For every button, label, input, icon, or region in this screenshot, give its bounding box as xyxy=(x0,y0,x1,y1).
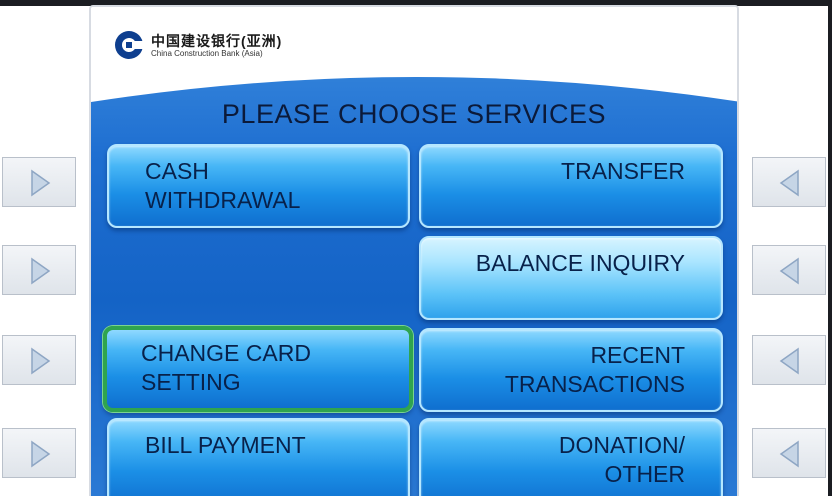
right-function-key-4[interactable] xyxy=(752,428,826,478)
change-card-setting-button[interactable]: CHANGE CARD SETTING xyxy=(103,326,413,412)
triangle-left-icon xyxy=(779,169,799,197)
bank-name-english: China Construction Bank (Asia) xyxy=(151,49,263,58)
transfer-label: TRANSFER xyxy=(561,158,685,184)
donation-other-label-line1: DONATION/ xyxy=(558,432,685,458)
bill-payment-label: BILL PAYMENT xyxy=(145,432,306,458)
triangle-right-icon xyxy=(31,257,51,285)
recent-transactions-button[interactable]: RECENT TRANSACTIONS xyxy=(419,328,723,412)
right-function-key-3[interactable] xyxy=(752,335,826,385)
bill-payment-button[interactable]: BILL PAYMENT xyxy=(107,418,410,496)
atm-screen: 中国建设银行(亚洲) China Construction Bank (Asia… xyxy=(89,5,739,496)
triangle-left-icon xyxy=(779,347,799,375)
change-card-setting-label-line1: CHANGE CARD xyxy=(141,340,311,366)
triangle-left-icon xyxy=(779,257,799,285)
change-card-setting-label-line2: SETTING xyxy=(141,369,241,395)
triangle-right-icon xyxy=(31,347,51,375)
screen-header: 中国建设银行(亚洲) China Construction Bank (Asia… xyxy=(91,7,737,87)
left-function-key-3[interactable] xyxy=(2,335,76,385)
triangle-right-icon xyxy=(31,440,51,468)
right-function-key-1[interactable] xyxy=(752,157,826,207)
balance-inquiry-button[interactable]: BALANCE INQUIRY xyxy=(419,236,723,320)
page-title: PLEASE CHOOSE SERVICES xyxy=(221,99,607,129)
donation-other-label-line2: OTHER xyxy=(604,461,686,487)
triangle-right-icon xyxy=(31,169,51,197)
recent-transactions-label-line2: TRANSACTIONS xyxy=(504,371,685,397)
recent-transactions-label-line1: RECENT xyxy=(590,342,685,368)
left-function-key-4[interactable] xyxy=(2,428,76,478)
right-frame-edge xyxy=(828,0,832,496)
donation-other-button[interactable]: DONATION/ OTHER xyxy=(419,418,723,496)
left-function-key-1[interactable] xyxy=(2,157,76,207)
triangle-left-icon xyxy=(779,440,799,468)
balance-inquiry-label: BALANCE INQUIRY xyxy=(475,250,685,276)
transfer-button[interactable]: TRANSFER xyxy=(419,144,723,228)
cash-withdrawal-label-line2: WITHDRAWAL xyxy=(145,187,301,213)
left-function-key-2[interactable] xyxy=(2,245,76,295)
right-function-key-2[interactable] xyxy=(752,245,826,295)
bank-name-chinese: 中国建设银行(亚洲) xyxy=(151,33,283,49)
ccb-logo-icon xyxy=(115,31,145,59)
cash-withdrawal-label-line1: CASH xyxy=(145,158,209,184)
cash-withdrawal-button[interactable]: CASH WITHDRAWAL xyxy=(107,144,410,228)
